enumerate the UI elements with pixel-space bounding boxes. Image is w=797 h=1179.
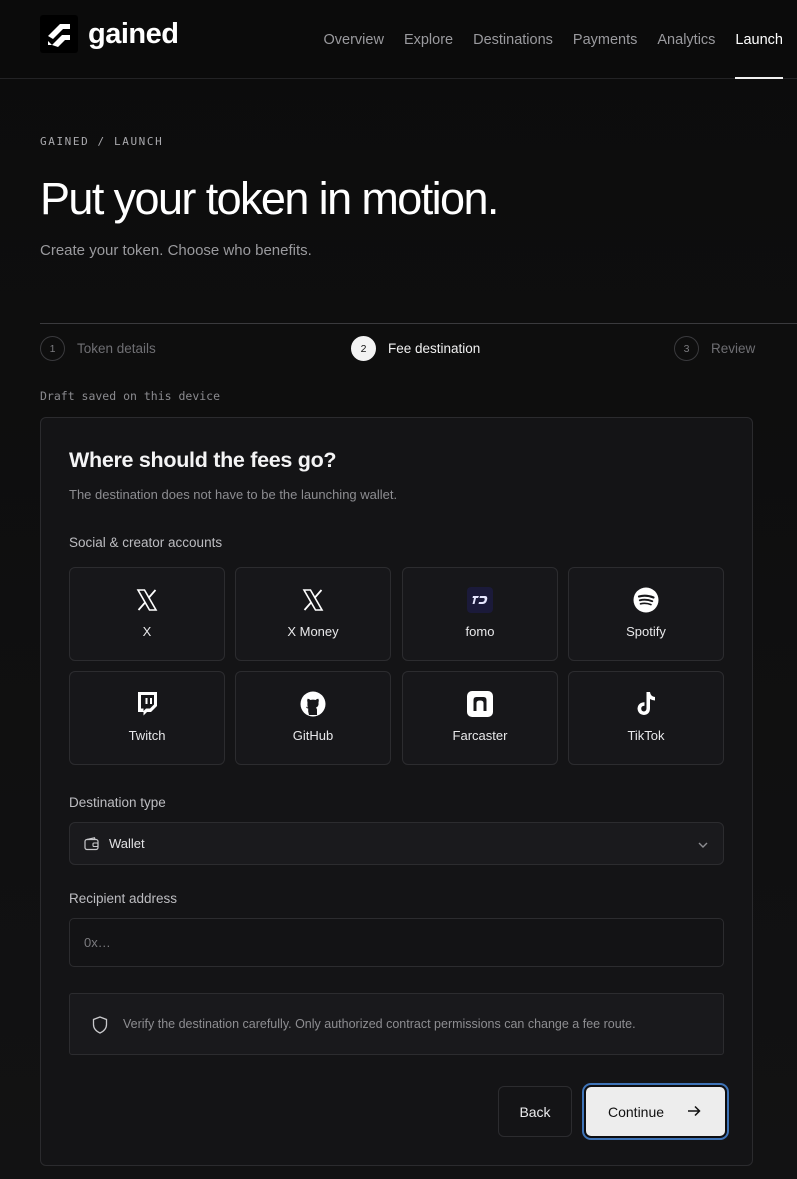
tile-label: GitHub bbox=[292, 728, 334, 743]
tile-label: X Money bbox=[287, 624, 339, 639]
tile-label: Farcaster bbox=[452, 728, 508, 743]
nav-link-destinations[interactable]: Destinations bbox=[473, 0, 553, 79]
step-number: 2 bbox=[351, 336, 376, 361]
account-tile-farcaster[interactable]: Farcaster bbox=[402, 671, 558, 765]
verify-notice: Verify the destination carefully. Only a… bbox=[69, 993, 724, 1055]
stepper: 1 Token details 2 Fee destination 3 Revi… bbox=[40, 323, 797, 371]
wallet-icon bbox=[84, 837, 99, 856]
arrow-right-icon bbox=[687, 1104, 701, 1121]
social-accounts-label: Social & creator accounts bbox=[69, 535, 223, 550]
notice-text: Verify the destination carefully. Only a… bbox=[123, 1017, 636, 1031]
recipient-address-label: Recipient address bbox=[69, 891, 178, 906]
account-tile-fomo[interactable]: fomo bbox=[402, 567, 558, 661]
nav-link-overview[interactable]: Overview bbox=[324, 0, 384, 79]
destination-type-value: Wallet bbox=[109, 836, 145, 851]
continue-label: Continue bbox=[608, 1103, 665, 1120]
destination-type-select[interactable]: Wallet bbox=[69, 822, 724, 865]
back-button[interactable]: Back bbox=[498, 1086, 572, 1137]
nav-link-analytics[interactable]: Analytics bbox=[657, 0, 715, 79]
github-icon bbox=[299, 690, 327, 718]
card-title: Where should the fees go? bbox=[69, 448, 337, 472]
x-money-icon bbox=[299, 586, 327, 614]
spotify-icon bbox=[632, 586, 660, 614]
tile-label: Twitch bbox=[128, 728, 166, 743]
account-tile-twitch[interactable]: Twitch bbox=[69, 671, 225, 765]
gained-logo-icon bbox=[40, 15, 78, 53]
nav-link-explore[interactable]: Explore bbox=[404, 0, 453, 79]
brand-logo[interactable]: gained bbox=[40, 15, 179, 53]
tile-label: Spotify bbox=[626, 624, 666, 639]
nav-link-payments[interactable]: Payments bbox=[573, 0, 637, 79]
step-token-details[interactable]: 1 Token details bbox=[40, 336, 156, 361]
tile-label: fomo bbox=[465, 624, 495, 639]
shield-icon bbox=[92, 1016, 108, 1039]
brand-name: gained bbox=[88, 17, 179, 50]
account-tile-spotify[interactable]: Spotify bbox=[568, 567, 724, 661]
draft-saved-note: Draft saved on this device bbox=[40, 389, 221, 403]
step-number: 3 bbox=[674, 336, 699, 361]
tiktok-icon bbox=[632, 690, 660, 718]
page-subtitle: Create your token. Choose who benefits. bbox=[40, 242, 312, 259]
tile-label: TikTok bbox=[627, 728, 665, 743]
page-title: Put your token in motion. bbox=[40, 173, 499, 224]
continue-button[interactable]: Continue bbox=[584, 1085, 727, 1138]
x-icon bbox=[133, 586, 161, 614]
account-tile-x-money[interactable]: X Money bbox=[235, 567, 391, 661]
chevron-down-icon bbox=[697, 838, 709, 856]
card-description: The destination does not have to be the … bbox=[69, 487, 398, 502]
recipient-address-input[interactable] bbox=[69, 918, 724, 967]
twitch-icon bbox=[133, 690, 161, 718]
step-review[interactable]: 3 Review bbox=[674, 336, 755, 361]
fomo-icon bbox=[466, 586, 494, 614]
tile-label: X bbox=[142, 624, 152, 639]
step-label: Fee destination bbox=[388, 341, 481, 356]
nav-link-launch[interactable]: Launch bbox=[735, 0, 783, 79]
account-tile-github[interactable]: GitHub bbox=[235, 671, 391, 765]
top-nav: gained Overview Explore Destinations Pay… bbox=[0, 0, 797, 79]
account-tile-x[interactable]: X bbox=[69, 567, 225, 661]
step-number: 1 bbox=[40, 336, 65, 361]
farcaster-icon bbox=[466, 690, 494, 718]
account-tile-tiktok[interactable]: TikTok bbox=[568, 671, 724, 765]
destination-type-label: Destination type bbox=[69, 795, 166, 810]
step-fee-destination[interactable]: 2 Fee destination bbox=[351, 336, 480, 361]
fee-destination-card: Where should the fees go? The destinatio… bbox=[40, 417, 753, 1166]
breadcrumb: GAINED / LAUNCH bbox=[40, 135, 164, 148]
step-label: Token details bbox=[77, 341, 156, 356]
nav-links: Overview Explore Destinations Payments A… bbox=[304, 0, 783, 79]
step-label: Review bbox=[711, 341, 756, 356]
